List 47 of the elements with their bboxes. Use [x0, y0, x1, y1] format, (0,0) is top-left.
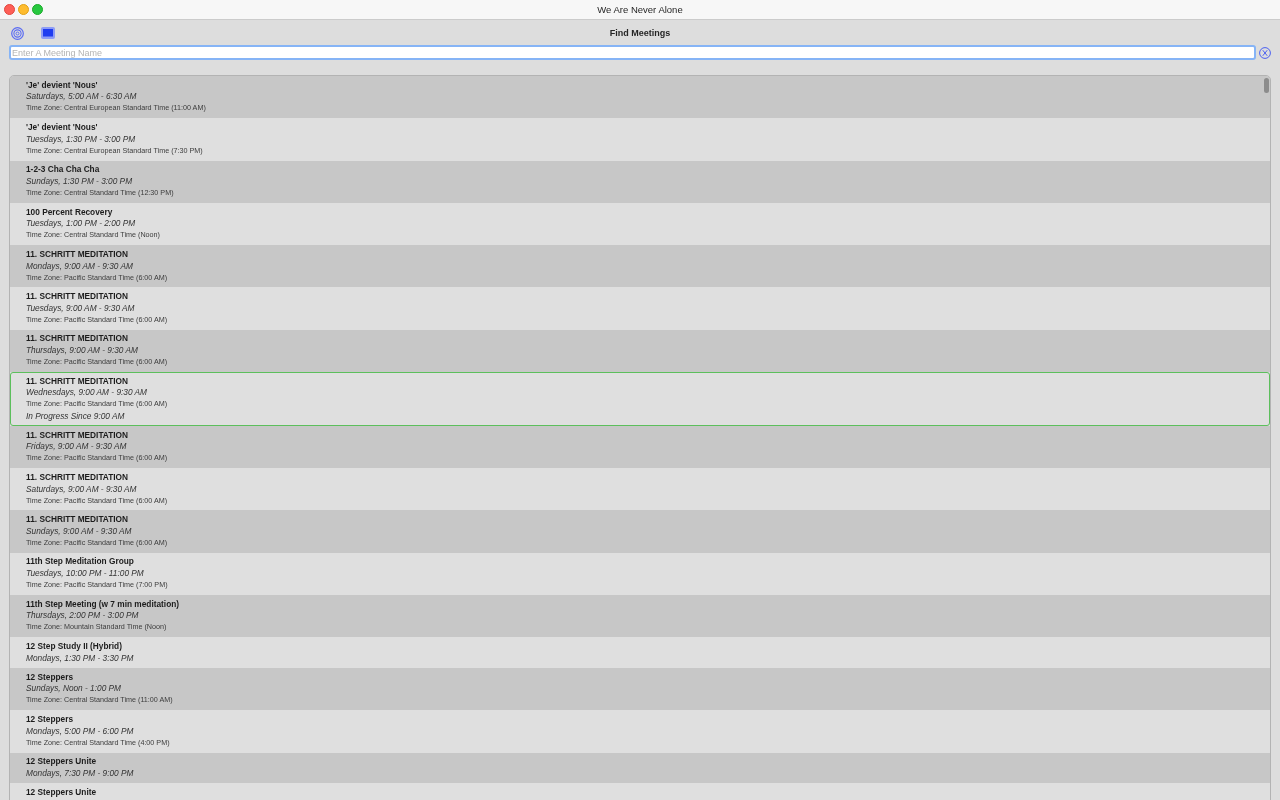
meeting-schedule: Sundays, Noon - 1:00 PM — [26, 683, 121, 694]
meeting-schedule: Tuesdays, 1:00 PM - 2:00 PM — [26, 218, 136, 229]
zoom-button[interactable] — [32, 4, 43, 15]
meeting-name: 100 Percent Recovery — [26, 206, 113, 217]
meeting-schedule: Sundays, 9:00 AM - 9:30 AM — [26, 525, 132, 536]
meeting-schedule: Mondays, 9:00 AM - 9:30 AM — [26, 260, 133, 271]
meeting-schedule: Thursdays, 2:00 PM - 3:00 PM — [26, 610, 139, 621]
meeting-name: 12 Steppers — [26, 671, 74, 682]
meeting-schedule: Saturdays, 5:00 AM - 6:30 AM — [26, 91, 137, 102]
scroll-thumb[interactable] — [1264, 78, 1269, 93]
close-button[interactable] — [4, 4, 15, 15]
meeting-name: 11. SCHRITT MEDITATION — [26, 471, 129, 482]
meeting-name: 11. SCHRITT MEDITATION — [26, 248, 129, 259]
meeting-name: 11. SCHRITT MEDITATION — [26, 429, 129, 440]
meeting-name: 11. SCHRITT MEDITATION — [26, 291, 129, 302]
meeting-name: 12 Steppers Unite — [26, 787, 97, 797]
minimize-button[interactable] — [18, 4, 29, 15]
meeting-schedule: Saturdays, 9:00 AM - 9:30 AM — [26, 483, 137, 494]
meeting-name: 11. SCHRITT MEDITATION — [26, 514, 129, 525]
meeting-name: 'Je' devient 'Nous' — [26, 122, 98, 133]
meeting-schedule: Fridays, 9:00 AM - 9:30 AM — [26, 441, 127, 452]
meeting-schedule: Thursdays, 9:00 AM - 9:30 AM — [26, 345, 138, 356]
screen-icon[interactable] — [41, 27, 55, 39]
window-title: We Are Never Alone — [597, 3, 683, 16]
meeting-schedule: Tuesdays, 9:00 AM - 9:30 AM — [26, 302, 135, 313]
meeting-schedule: Mondays, 1:30 PM - 3:30 PM — [26, 652, 134, 663]
meeting-name: 11th Step Meeting (w 7 min meditation) — [26, 598, 180, 609]
target-icon[interactable] — [11, 26, 24, 40]
meeting-status: In Progress Since 9:00 AM — [26, 410, 125, 421]
meeting-name: 11. SCHRITT MEDITATION — [26, 333, 129, 344]
meeting-name: 11. SCHRITT MEDITATION — [26, 375, 129, 386]
meeting-schedule: Sundays, 1:30 PM - 3:00 PM — [26, 175, 133, 186]
meeting-name: 12 Steppers Unite — [26, 756, 97, 767]
toolbar-title: Find Meetings — [609, 26, 671, 39]
meeting-name: 'Je' devient 'Nous' — [26, 79, 98, 90]
meeting-schedule: Tuesdays, 10:00 PM - 11:00 PM — [26, 568, 144, 579]
clear-icon[interactable] — [1259, 46, 1271, 59]
meeting-schedule: Tuesdays, 1:30 PM - 3:00 PM — [26, 133, 136, 144]
meeting-schedule: Mondays, 7:30 PM - 9:00 PM — [26, 767, 134, 778]
meeting-row[interactable]: 12 Steppers Unite Mondays, 7:30 PM - 9:00 PM — [10, 752, 1270, 784]
meeting-name: 12 Step Study II (Hybrid) — [26, 641, 122, 652]
meeting-schedule: Mondays, 5:00 PM - 6:00 PM — [26, 725, 134, 736]
meeting-schedule: Wednesdays, 9:00 AM - 9:30 AM — [26, 387, 147, 398]
search-field[interactable]: Enter A Meeting Name — [9, 45, 1256, 60]
meeting-name: 12 Steppers — [26, 714, 74, 724]
meeting-name: 11th Step Meditation Group — [26, 556, 134, 567]
meeting-name: 1-2-3 Cha Cha Cha — [26, 164, 100, 175]
